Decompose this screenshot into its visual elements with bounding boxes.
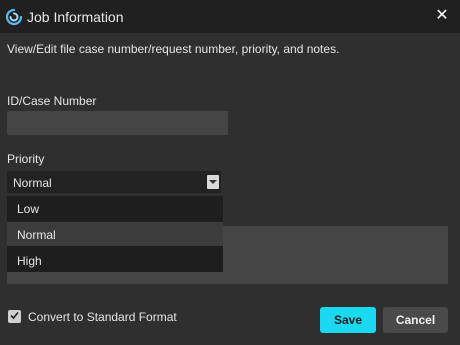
app-logo-icon bbox=[5, 8, 23, 26]
priority-label: Priority bbox=[7, 152, 45, 166]
option-label: Low bbox=[17, 202, 40, 216]
priority-option-low[interactable]: Low bbox=[7, 196, 223, 220]
case-number-label: ID/Case Number bbox=[7, 94, 97, 108]
option-label: Normal bbox=[17, 228, 56, 242]
priority-dropdown-list: Low Normal High bbox=[7, 196, 223, 272]
priority-select[interactable]: Normal bbox=[7, 171, 221, 193]
close-icon[interactable]: ✕ bbox=[434, 7, 450, 25]
priority-option-normal[interactable]: Normal bbox=[7, 222, 223, 246]
convert-format-label: Convert to Standard Format bbox=[28, 310, 177, 324]
chevron-down-icon[interactable] bbox=[207, 175, 219, 189]
option-label: High bbox=[17, 254, 42, 268]
convert-format-checkbox[interactable] bbox=[8, 310, 21, 323]
title-bar: Job Information ✕ bbox=[0, 0, 460, 33]
cancel-button[interactable]: Cancel bbox=[383, 307, 448, 333]
checkmark-icon bbox=[10, 311, 19, 320]
priority-option-high[interactable]: High bbox=[7, 248, 223, 272]
save-button[interactable]: Save bbox=[320, 307, 376, 333]
dialog-description: View/Edit file case number/request numbe… bbox=[7, 42, 340, 56]
window-title: Job Information bbox=[27, 9, 124, 25]
priority-selected-value: Normal bbox=[13, 176, 52, 190]
case-number-input[interactable] bbox=[7, 111, 228, 135]
